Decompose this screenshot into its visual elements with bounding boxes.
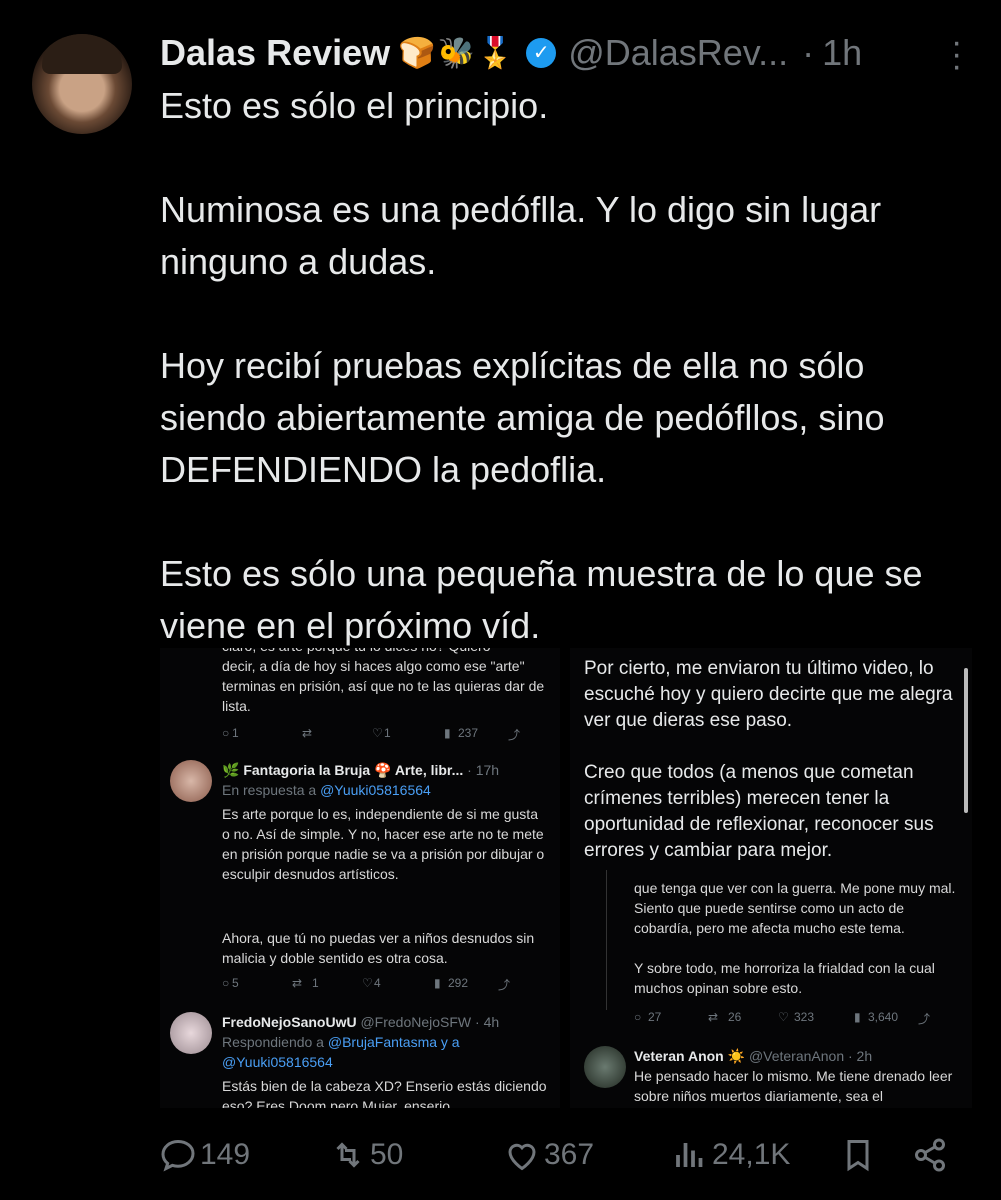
media-image-right[interactable]: Por cierto, me enviaron tu último video,… bbox=[570, 648, 972, 1108]
like-icon: ♡ bbox=[778, 1010, 789, 1024]
tweet-header: Dalas Review 🍞🐝🎖️ ✓ @DalasRev... · 1h bbox=[160, 30, 961, 76]
repost-icon: ⇄ bbox=[302, 726, 313, 740]
share-icon: ⤴ bbox=[508, 728, 521, 742]
repost-icon bbox=[336, 1142, 360, 1168]
reply-icon: ○ bbox=[222, 726, 230, 740]
reply-icon: ○ bbox=[222, 976, 230, 990]
repost-icon: ⇄ bbox=[292, 976, 303, 990]
media-image-left[interactable]: claro, es arte porque tu lo dices no? Qu… bbox=[160, 648, 560, 1108]
author-avatar[interactable] bbox=[32, 34, 132, 134]
reply-count: 149 bbox=[200, 1138, 251, 1171]
action-row: ○ 27 ⇄ 26 ♡ 323 ▮ 3,640 ⤴ bbox=[634, 1010, 964, 1027]
views-count: 292 bbox=[448, 976, 469, 990]
quoted-text: decir, a día de hoy si haces algo como e… bbox=[222, 658, 545, 714]
reply-count: 1 bbox=[232, 726, 239, 740]
reply-text: He pensado hacer lo mismo. Me tiene dren… bbox=[634, 1068, 953, 1104]
in-reply-to: En respuesta a @Yuuki05816564 bbox=[222, 780, 431, 800]
views-icon: ▮ bbox=[444, 726, 451, 740]
tweet-paragraph: Hoy recibí pruebas explícitas de ella no… bbox=[160, 345, 885, 490]
like-count: 1 bbox=[384, 726, 391, 740]
action-row: ○ 5 ⇄ 1 ♡ 4 ▮ 292 ⤴ bbox=[222, 976, 542, 993]
message-text: Creo que todos (a menos que cometan crím… bbox=[584, 762, 934, 861]
separator-dot: · bbox=[802, 32, 815, 73]
reply-text: Y sobre todo, me horroriza la frialdad c… bbox=[634, 960, 935, 996]
bookmark-icon bbox=[847, 1140, 869, 1172]
in-reply-prefix: Respondiendo a bbox=[222, 1034, 328, 1050]
in-reply-handle: @Yuuki05816564 bbox=[320, 782, 431, 798]
share-icon bbox=[915, 1138, 945, 1172]
views-icon: ▮ bbox=[434, 976, 441, 990]
tweet-paragraph: Numinosa es una pedóflla. Y lo digo sin … bbox=[160, 189, 882, 282]
reply-author: Veteran Anon ☀️ bbox=[634, 1048, 746, 1064]
reply-icon bbox=[161, 1139, 195, 1172]
repost-count: 26 bbox=[728, 1010, 742, 1024]
heart-icon bbox=[508, 1143, 536, 1171]
views-button[interactable]: 24,1K bbox=[672, 1130, 790, 1180]
message-text: Por cierto, me enviaron tu último video,… bbox=[584, 658, 953, 731]
share-icon: ⤴ bbox=[918, 1012, 931, 1026]
reply-icon: ○ bbox=[634, 1010, 642, 1024]
bookmark-button[interactable] bbox=[840, 1130, 880, 1180]
reply-avatar bbox=[170, 1012, 212, 1054]
tweet-paragraph: Esto es sólo el principio. bbox=[160, 85, 549, 126]
thread-line bbox=[606, 870, 607, 1010]
repost-count: 1 bbox=[312, 976, 319, 990]
views-icon bbox=[676, 1143, 703, 1167]
reply-time: · 17h bbox=[467, 762, 500, 778]
reply-author: 🌿 Fantagoria la Bruja 🍄 Arte, libr... bbox=[222, 762, 464, 778]
like-count: 4 bbox=[374, 976, 381, 990]
reply-count: 27 bbox=[648, 1010, 662, 1024]
scrollbar[interactable] bbox=[964, 668, 968, 813]
share-icon: ⤴ bbox=[498, 978, 511, 992]
reply-header: FredoNejoSanoUwU @FredoNejoSFW · 4h bbox=[222, 1012, 499, 1032]
tweet-paragraph: Esto es sólo una pequeña muestra de lo q… bbox=[160, 553, 923, 646]
tweet-time[interactable]: 1h bbox=[822, 32, 862, 74]
share-button[interactable] bbox=[912, 1130, 952, 1180]
views-count: 237 bbox=[458, 726, 479, 740]
reply-author: FredoNejoSanoUwU bbox=[222, 1014, 357, 1030]
more-options-icon[interactable]: · · · bbox=[951, 25, 962, 83]
like-count: 323 bbox=[794, 1010, 815, 1024]
views-count: 3,640 bbox=[868, 1010, 899, 1024]
cut-text: claro, es arte porque tu lo dices no? Qu… bbox=[222, 648, 552, 656]
views-count: 24,1K bbox=[712, 1138, 791, 1171]
reply-avatar bbox=[584, 1046, 626, 1088]
reply-handle: @VeteranAnon · 2h bbox=[748, 1048, 873, 1064]
reply-handle: @FredoNejoSFW · 4h bbox=[360, 1014, 500, 1030]
tweet-text: Esto es sólo el principio. Numinosa es u… bbox=[160, 80, 960, 652]
repost-icon: ⇄ bbox=[708, 1010, 719, 1024]
reply-text: Es arte porque lo es, independiente de s… bbox=[222, 806, 545, 882]
verified-badge-icon: ✓ bbox=[526, 38, 557, 68]
cut-text: que tenga que ver con la guerra. Me pone… bbox=[634, 880, 956, 936]
like-count: 367 bbox=[544, 1138, 595, 1171]
like-icon: ♡ bbox=[372, 726, 383, 740]
author-name[interactable]: Dalas Review bbox=[160, 32, 390, 74]
author-emojis: 🍞🐝🎖️ bbox=[398, 36, 517, 70]
reply-header: Veteran Anon ☀️ @VeteranAnon · 2h bbox=[634, 1046, 872, 1066]
like-button[interactable]: 367 bbox=[504, 1130, 594, 1180]
reply-text: Estás bien de la cabeza XD? Enserio está… bbox=[222, 1078, 547, 1108]
action-row: ○ 1 ⇄ ♡ 1 ▮ 237 ⤴ bbox=[222, 726, 542, 743]
reply-button[interactable]: 149 bbox=[160, 1130, 250, 1180]
tweet-actions: 149 50 367 24,1K bbox=[160, 1130, 972, 1180]
reply-text: Ahora, que tú no puedas ver a niños desn… bbox=[222, 930, 535, 966]
like-icon: ♡ bbox=[362, 976, 373, 990]
reply-avatar bbox=[170, 760, 212, 802]
views-icon: ▮ bbox=[854, 1010, 861, 1024]
reply-header: 🌿 Fantagoria la Bruja 🍄 Arte, libr... · … bbox=[222, 760, 552, 780]
repost-count: 50 bbox=[370, 1138, 404, 1171]
repost-button[interactable]: 50 bbox=[330, 1130, 403, 1180]
reply-count: 5 bbox=[232, 976, 239, 990]
in-reply-prefix: En respuesta a bbox=[222, 782, 321, 798]
tweet-media[interactable]: claro, es arte porque tu lo dices no? Qu… bbox=[160, 648, 972, 1108]
in-reply-to: Respondiendo a @BrujaFantasma y a @Yuuki… bbox=[222, 1032, 522, 1072]
author-handle[interactable]: @DalasRev... bbox=[568, 32, 788, 74]
